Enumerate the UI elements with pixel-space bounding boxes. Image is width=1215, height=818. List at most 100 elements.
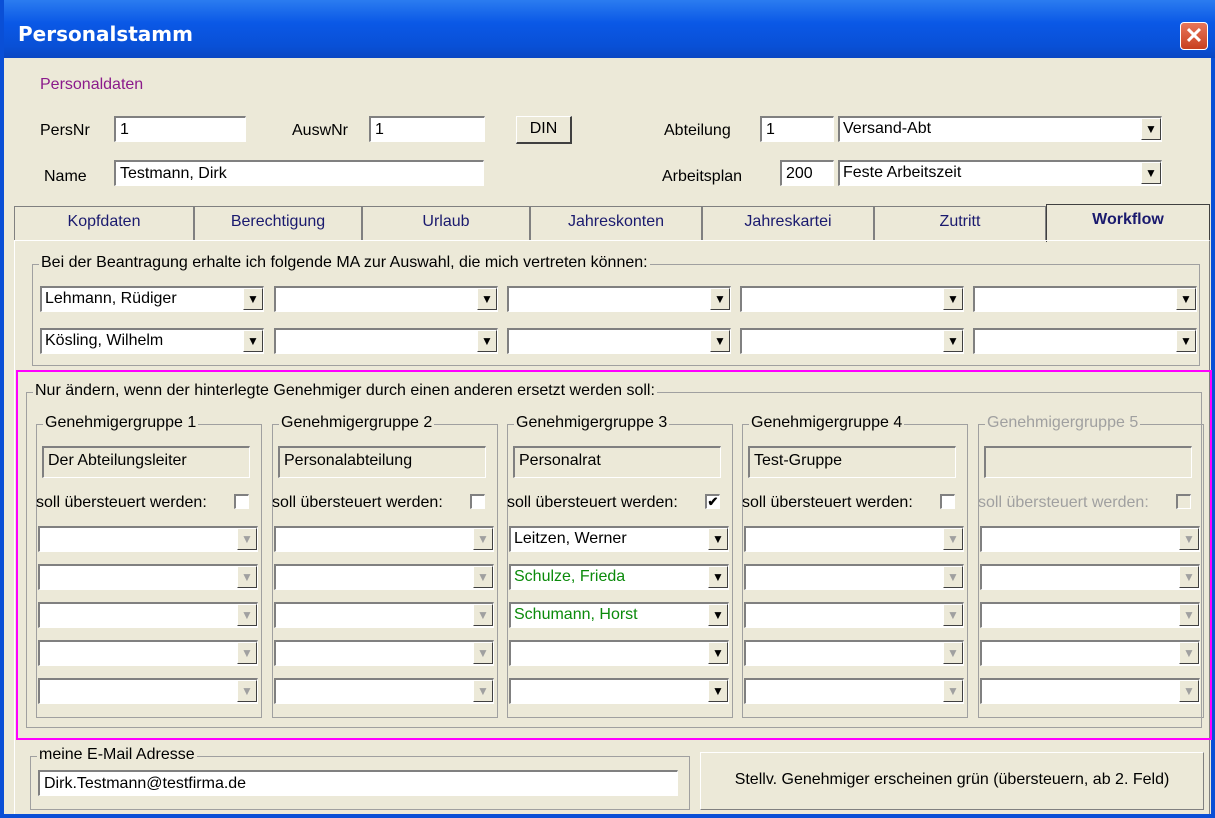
genehmiger-select[interactable]: Schumann, Horst ▼ <box>509 602 729 628</box>
genehmiger-select[interactable]: ▼ <box>744 678 964 704</box>
chevron-down-icon[interactable]: ▼ <box>943 680 963 702</box>
genehmiger-select[interactable]: ▼ <box>744 526 964 552</box>
chevron-down-icon[interactable]: ▼ <box>237 604 257 626</box>
genehmiger-select[interactable]: ▼ <box>744 564 964 590</box>
vertreter-select[interactable]: ▼ <box>507 328 731 354</box>
chevron-down-icon[interactable]: ▼ <box>1179 642 1199 664</box>
chevron-down-icon[interactable]: ▼ <box>710 288 730 310</box>
chevron-down-icon[interactable]: ▼ <box>943 288 963 310</box>
genehmiger-select[interactable]: ▼ <box>980 640 1200 666</box>
auswnr-field[interactable]: 1 <box>369 116 485 142</box>
chevron-down-icon[interactable]: ▼ <box>943 528 963 550</box>
tab-jahreskonten[interactable]: Jahreskonten <box>530 206 702 240</box>
din-button[interactable]: DIN <box>516 116 572 144</box>
tab-kopfdaten[interactable]: Kopfdaten <box>14 206 194 240</box>
genehmiger-select[interactable]: ▼ <box>980 678 1200 704</box>
chevron-down-icon[interactable]: ▼ <box>473 642 493 664</box>
chevron-down-icon[interactable]: ▼ <box>710 330 730 352</box>
tab-jahreskartei[interactable]: Jahreskartei <box>702 206 874 240</box>
vertreter-select[interactable]: ▼ <box>740 286 964 312</box>
genehmiger-select[interactable]: ▼ <box>38 564 258 590</box>
genehmiger-select[interactable]: ▼ <box>274 564 494 590</box>
genehmiger-group-label: Nur ändern, wenn der hinterlegte Genehmi… <box>33 382 657 400</box>
tab-urlaub[interactable]: Urlaub <box>362 206 530 240</box>
chevron-down-icon[interactable]: ▼ <box>237 680 257 702</box>
override-checkbox[interactable] <box>470 494 485 509</box>
genehmiger-select[interactable]: Leitzen, Werner ▼ <box>509 526 729 552</box>
genehmiger-select[interactable]: Schulze, Frieda ▼ <box>509 564 729 590</box>
chevron-down-icon[interactable]: ▼ <box>943 604 963 626</box>
chevron-down-icon[interactable]: ▼ <box>708 642 728 664</box>
arbeitsplan-code-field[interactable]: 200 <box>780 160 834 186</box>
email-field[interactable]: Dirk.Testmann@testfirma.de <box>38 770 678 796</box>
tab-zutritt[interactable]: Zutritt <box>874 206 1046 240</box>
vertreter-select[interactable]: ▼ <box>507 286 731 312</box>
vertreter-select[interactable]: ▼ <box>740 328 964 354</box>
tab-workflow[interactable]: Workflow <box>1046 204 1210 242</box>
override-checkbox[interactable] <box>234 494 249 509</box>
genehmiger-select[interactable]: ▼ <box>274 526 494 552</box>
override-checkbox[interactable] <box>1176 494 1191 509</box>
title-bar[interactable]: Personalstamm ✕ <box>4 0 1215 58</box>
chevron-down-icon[interactable]: ▼ <box>477 330 497 352</box>
close-icon[interactable]: ✕ <box>1180 22 1208 50</box>
genehmiger-select[interactable]: ▼ <box>274 602 494 628</box>
chevron-down-icon[interactable]: ▼ <box>943 642 963 664</box>
chevron-down-icon[interactable]: ▼ <box>943 330 963 352</box>
genehmiger-select[interactable]: ▼ <box>980 564 1200 590</box>
vertreter-select[interactable]: ▼ <box>973 328 1197 354</box>
tab-berechtigung[interactable]: Berechtigung <box>194 206 362 240</box>
chevron-down-icon[interactable]: ▼ <box>237 528 257 550</box>
persnr-field[interactable]: 1 <box>114 116 246 142</box>
chevron-down-icon[interactable]: ▼ <box>1179 604 1199 626</box>
chevron-down-icon[interactable]: ▼ <box>473 528 493 550</box>
genehmiger-select[interactable]: ▼ <box>744 640 964 666</box>
chevron-down-icon[interactable]: ▼ <box>237 642 257 664</box>
genehmiger-select[interactable]: ▼ <box>980 602 1200 628</box>
vertreter-select[interactable]: ▼ <box>274 286 498 312</box>
chevron-down-icon[interactable]: ▼ <box>708 680 728 702</box>
chevron-down-icon[interactable]: ▼ <box>477 288 497 310</box>
vertreter-select[interactable]: ▼ <box>274 328 498 354</box>
override-label: soll übersteuert werden: <box>507 494 678 511</box>
abteilung-combo[interactable]: Versand-Abt ▼ <box>838 116 1162 142</box>
chevron-down-icon[interactable]: ▼ <box>708 604 728 626</box>
vertreter-select[interactable]: ▼ <box>973 286 1197 312</box>
genehmiger-select[interactable]: ▼ <box>509 678 729 704</box>
abteilung-code-field[interactable]: 1 <box>760 116 834 142</box>
section-personaldaten: Personaldaten <box>40 76 144 93</box>
chevron-down-icon[interactable]: ▼ <box>708 528 728 550</box>
vertreter-select[interactable]: Kösling, Wilhelm ▼ <box>40 328 264 354</box>
genehmiger-select[interactable]: ▼ <box>38 602 258 628</box>
override-checkbox[interactable] <box>940 494 955 509</box>
chevron-down-icon[interactable]: ▼ <box>1141 162 1161 184</box>
genehmiger-select[interactable]: ▼ <box>509 640 729 666</box>
genehmiger-select[interactable]: ▼ <box>38 678 258 704</box>
genehmigergruppe-title: Genehmigergruppe 1 <box>43 414 199 432</box>
chevron-down-icon[interactable]: ▼ <box>237 566 257 588</box>
chevron-down-icon[interactable]: ▼ <box>1176 288 1196 310</box>
genehmiger-select[interactable]: ▼ <box>38 640 258 666</box>
chevron-down-icon[interactable]: ▼ <box>943 566 963 588</box>
chevron-down-icon[interactable]: ▼ <box>1176 330 1196 352</box>
override-checkbox[interactable]: ✔ <box>705 494 720 509</box>
chevron-down-icon[interactable]: ▼ <box>473 566 493 588</box>
arbeitsplan-combo[interactable]: Feste Arbeitszeit ▼ <box>838 160 1162 186</box>
chevron-down-icon[interactable]: ▼ <box>1179 528 1199 550</box>
genehmiger-select[interactable]: ▼ <box>274 640 494 666</box>
chevron-down-icon[interactable]: ▼ <box>473 680 493 702</box>
genehmiger-select[interactable]: ▼ <box>744 602 964 628</box>
genehmiger-select[interactable]: ▼ <box>274 678 494 704</box>
chevron-down-icon[interactable]: ▼ <box>1141 118 1161 140</box>
chevron-down-icon[interactable]: ▼ <box>243 330 263 352</box>
chevron-down-icon[interactable]: ▼ <box>473 604 493 626</box>
combo-value: Schumann, Horst <box>514 606 638 623</box>
chevron-down-icon[interactable]: ▼ <box>1179 566 1199 588</box>
name-field[interactable]: Testmann, Dirk <box>114 160 484 186</box>
chevron-down-icon[interactable]: ▼ <box>243 288 263 310</box>
chevron-down-icon[interactable]: ▼ <box>708 566 728 588</box>
chevron-down-icon[interactable]: ▼ <box>1179 680 1199 702</box>
vertreter-select[interactable]: Lehmann, Rüdiger ▼ <box>40 286 264 312</box>
genehmiger-select[interactable]: ▼ <box>980 526 1200 552</box>
genehmiger-select[interactable]: ▼ <box>38 526 258 552</box>
